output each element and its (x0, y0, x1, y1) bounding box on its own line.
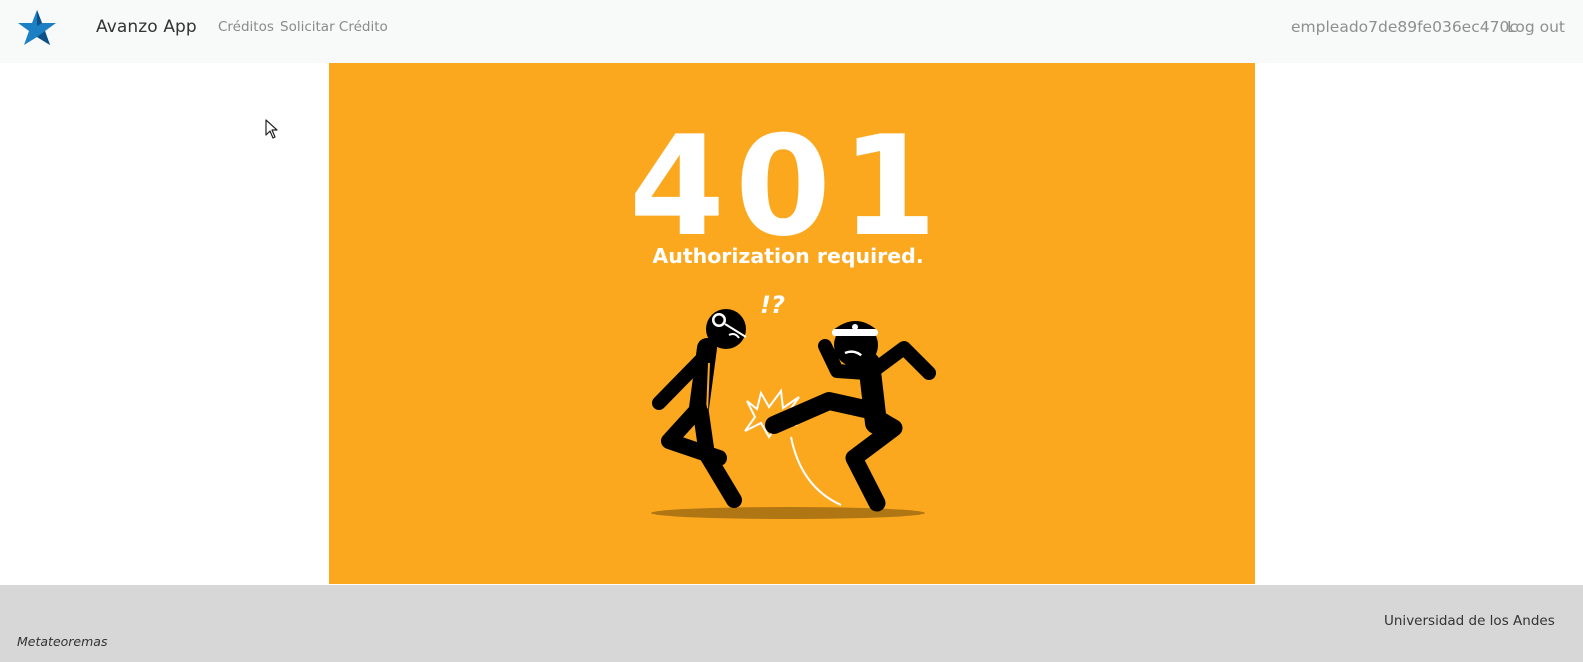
brand-name[interactable]: Avanzo App (96, 17, 197, 37)
nav-link-creditos[interactable]: Créditos (218, 19, 274, 35)
footer: Universidad de los Andes Metateoremas (0, 585, 1583, 662)
exclamation-mark: !? (760, 291, 785, 319)
error-illustration: 401 Authorization required. !? (629, 106, 947, 519)
navbar: Avanzo App Créditos Solicitar Crédito em… (0, 0, 1583, 63)
nav-link-solicitar-credito[interactable]: Solicitar Crédito (280, 19, 388, 35)
username-label[interactable]: empleado7de89fe036ec470c (1291, 18, 1518, 36)
error-panel: 401 Authorization required. !? (329, 63, 1255, 584)
kick-out-illustration-icon: !? (651, 291, 936, 519)
logout-link[interactable]: Log out (1507, 18, 1565, 36)
mouse-cursor-icon (265, 119, 278, 139)
footer-university: Universidad de los Andes (1384, 613, 1555, 629)
footer-team: Metateoremas (17, 634, 108, 649)
star-icon[interactable] (17, 8, 57, 46)
error-message: Authorization required. (652, 244, 923, 268)
error-code: 401 (629, 106, 947, 267)
